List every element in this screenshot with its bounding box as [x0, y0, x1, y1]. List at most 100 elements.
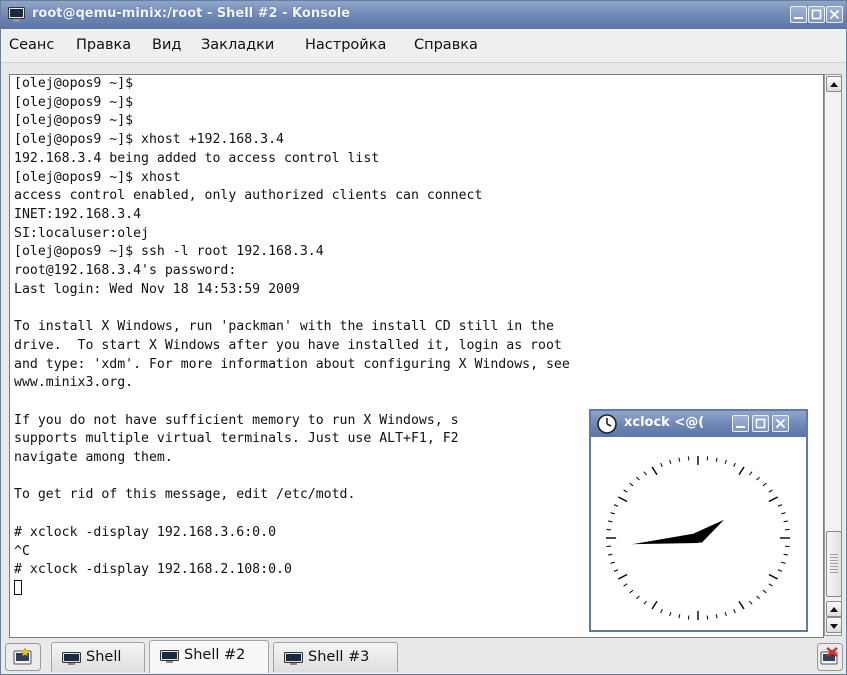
terminal-line: supports multiple virtual terminals. Jus…: [14, 431, 459, 447]
clock-tick: [715, 457, 718, 462]
terminal-line: www.minix3.org.: [14, 375, 134, 391]
text-cursor: [14, 579, 22, 595]
menubar: Сеанс Правка Вид Закладки Настройка Спра…: [1, 29, 846, 63]
scroll-up-button[interactable]: [826, 76, 842, 92]
scroll-up-button-lower[interactable]: [826, 601, 842, 617]
terminal-app-icon: [8, 7, 25, 22]
menu-session[interactable]: Сеанс: [9, 37, 54, 53]
maximize-button[interactable]: [808, 6, 825, 23]
terminal-line: [olej@opos9 ~]$: [14, 94, 134, 110]
tab-shell-2[interactable]: Shell #2: [149, 640, 269, 673]
xclock-maximize-button[interactable]: [752, 415, 769, 432]
terminal-line: # xclock -display 192.168.3.6:0.0: [14, 524, 277, 540]
xclock-close-button[interactable]: [772, 415, 789, 432]
clock-tick: [636, 595, 640, 600]
close-button[interactable]: [826, 6, 843, 23]
terminal-line: 192.168.3.4 being added to access contro…: [14, 150, 380, 166]
terminal-line: and type: 'xdm'. For more information ab…: [14, 356, 570, 372]
clock-tick: [643, 600, 647, 605]
terminal-line: [olej@opos9 ~]$ xhost: [14, 169, 181, 185]
arrow-up-icon: [830, 82, 838, 87]
tab-bar: Shell Shell #2 Shell #3: [1, 639, 846, 674]
maximize-icon: [755, 418, 766, 429]
terminal-line: access control enabled, only authorized …: [14, 188, 483, 204]
scroll-down-button[interactable]: [826, 617, 842, 633]
clock-tick: [669, 612, 672, 617]
clock-tick: [724, 459, 727, 464]
clock-tick: [618, 573, 628, 580]
xclock-title: xclock <@(: [624, 415, 705, 430]
clock-tick: [768, 573, 778, 580]
clock-tick: [762, 589, 767, 594]
terminal-line: # xclock -display 192.168.2.108:0.0: [14, 562, 292, 578]
clock-tick: [618, 496, 628, 503]
close-session-button[interactable]: [817, 643, 843, 671]
clock-tick: [613, 504, 619, 507]
clock-tick: [768, 489, 773, 493]
clock-icon: [597, 414, 617, 434]
scrollbar-thumb[interactable]: [826, 531, 842, 597]
tab-label: Shell #2: [184, 647, 246, 663]
clock-tick: [660, 609, 663, 614]
clock-minute-hand: [632, 533, 705, 545]
menu-view[interactable]: Вид: [152, 37, 181, 53]
clock-tick: [733, 462, 736, 467]
konsole-window: root@qemu-minix:/root - Shell #2 - Konso…: [0, 0, 847, 675]
clock-tick: [678, 457, 681, 462]
clock-tick: [651, 466, 658, 476]
terminal-scrollbar[interactable]: [824, 74, 842, 636]
clock-tick: [613, 569, 619, 572]
clock-tick: [610, 512, 615, 515]
xclock-minimize-button[interactable]: [732, 415, 749, 432]
clock-tick: [777, 569, 783, 572]
menu-settings[interactable]: Настройка: [305, 37, 386, 53]
scrollbar-grip: [830, 554, 838, 574]
new-session-button[interactable]: [5, 643, 41, 671]
clock-tick: [733, 609, 736, 614]
maximize-icon: [811, 9, 822, 20]
terminal-icon: [62, 652, 81, 665]
minimize-button[interactable]: [790, 6, 807, 23]
menu-help[interactable]: Справка: [414, 37, 478, 53]
terminal-line: To get rid of this message, edit /etc/mo…: [14, 487, 356, 503]
clock-tick: [636, 476, 640, 481]
menu-edit[interactable]: Правка: [76, 37, 131, 53]
clock-tick: [738, 600, 745, 610]
clock-tick: [669, 459, 672, 464]
clock-tick: [749, 471, 753, 476]
clock-tick: [607, 553, 613, 556]
clock-tick: [629, 589, 634, 594]
tab-shell[interactable]: Shell: [51, 642, 145, 672]
terminal-line: drive. To start X Windows after you have…: [14, 337, 562, 353]
terminal-line: If you do not have sufficient memory to …: [14, 412, 459, 428]
xclock-window[interactable]: xclock <@(: [589, 409, 808, 632]
terminal-line: To install X Windows, run 'packman' with…: [14, 319, 554, 335]
window-titlebar[interactable]: root@qemu-minix:/root - Shell #2 - Konso…: [1, 1, 846, 29]
arrow-down-icon: [830, 624, 838, 629]
clock-tick: [607, 520, 613, 523]
clock-tick: [643, 471, 647, 476]
terminal-icon: [160, 650, 179, 663]
menu-bookmarks[interactable]: Закладки: [201, 37, 274, 53]
terminal-line: navigate among them.: [14, 450, 173, 466]
terminal-line: ^C: [14, 543, 30, 559]
terminal-line: [olej@opos9 ~]$: [14, 113, 134, 129]
window-title: root@qemu-minix:/root - Shell #2 - Konso…: [32, 6, 351, 21]
clock-tick: [660, 462, 663, 467]
clock-tick: [777, 504, 783, 507]
xclock-titlebar[interactable]: xclock <@(: [591, 411, 806, 437]
clock-tick: [749, 600, 753, 605]
clock-tick: [678, 614, 681, 619]
clock-tick: [651, 600, 658, 610]
arrow-up-icon: [830, 607, 838, 612]
clock-tick: [623, 583, 628, 587]
tab-shell-3[interactable]: Shell #3: [273, 642, 398, 672]
close-icon: [775, 418, 786, 429]
clock-tick: [629, 482, 634, 487]
clock-tick: [783, 520, 789, 523]
terminal-icon: [284, 652, 303, 665]
terminal-line: [olej@opos9 ~]$ xhost +192.168.3.4: [14, 132, 284, 148]
clock-tick: [768, 583, 773, 587]
clock-tick: [768, 496, 778, 503]
clock-tick: [724, 612, 727, 617]
